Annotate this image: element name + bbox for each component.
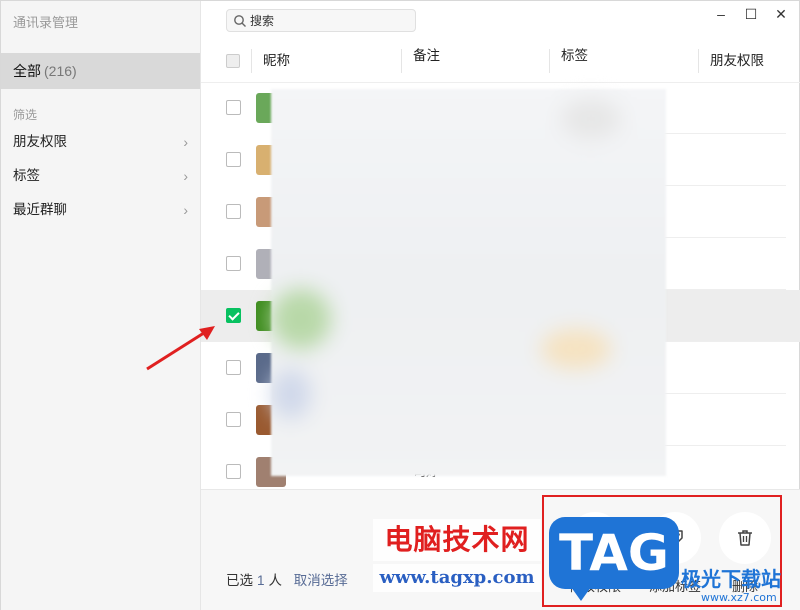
selected-prefix: 已选 bbox=[226, 573, 253, 588]
chevron-right-icon: › bbox=[183, 168, 188, 184]
column-divider bbox=[698, 49, 699, 73]
column-divider bbox=[251, 49, 252, 73]
minimize-button[interactable]: – bbox=[706, 3, 736, 25]
sidebar-item-all-label: 全部 bbox=[13, 63, 41, 79]
row-checkbox[interactable] bbox=[226, 464, 241, 479]
row-checkbox[interactable] bbox=[226, 152, 241, 167]
column-tag[interactable]: 标签 bbox=[561, 36, 588, 78]
column-divider bbox=[549, 49, 550, 73]
sidebar-item-all[interactable]: 全部 (216) bbox=[1, 53, 200, 89]
sidebar-item-tags[interactable]: 标签 › bbox=[1, 159, 200, 193]
action-circle bbox=[719, 512, 771, 564]
column-divider bbox=[401, 49, 402, 73]
blur-blob bbox=[271, 289, 331, 349]
row-checkbox[interactable] bbox=[226, 308, 241, 323]
cancel-selection-link[interactable]: 取消选择 bbox=[294, 573, 348, 588]
sidebar-item-label: 最近群聊 bbox=[13, 202, 67, 217]
sidebar: 通讯录管理 全部 (216) 筛选 朋友权限 › 标签 › 最近群聊 › bbox=[1, 1, 201, 610]
watermark-tag-logo: TAG bbox=[549, 517, 679, 601]
row-checkbox[interactable] bbox=[226, 360, 241, 375]
sidebar-item-label: 朋友权限 bbox=[13, 134, 67, 149]
row-checkbox[interactable] bbox=[226, 100, 241, 115]
blur-blob bbox=[541, 329, 611, 369]
column-nickname[interactable]: 昵称 bbox=[263, 41, 290, 83]
search-box[interactable] bbox=[226, 9, 416, 32]
blur-blob bbox=[561, 99, 621, 139]
close-button[interactable]: ✕ bbox=[766, 3, 796, 25]
row-checkbox[interactable] bbox=[226, 412, 241, 427]
selected-count: 1 bbox=[257, 573, 265, 588]
privacy-blur-overlay bbox=[271, 89, 666, 476]
row-checkbox[interactable] bbox=[226, 204, 241, 219]
watermark-site: 极光下载站 bbox=[681, 567, 781, 591]
watermark-site-url: www.xz7.com bbox=[701, 591, 777, 604]
annotation-arrow-icon bbox=[146, 326, 215, 371]
chevron-right-icon: › bbox=[183, 134, 188, 150]
selected-suffix: 人 bbox=[268, 573, 283, 588]
watermark-text: 电脑技术网 bbox=[373, 519, 541, 561]
maximize-button[interactable]: ☐ bbox=[736, 3, 766, 25]
search-icon bbox=[234, 15, 246, 27]
sidebar-item-friend-permission[interactable]: 朋友权限 › bbox=[1, 125, 200, 159]
trash-icon bbox=[738, 530, 752, 546]
search-input[interactable] bbox=[250, 12, 410, 30]
table-header: 昵称 备注 标签 朋友权限 bbox=[201, 41, 800, 83]
sidebar-item-recent-groups[interactable]: 最近群聊 › bbox=[1, 193, 200, 227]
column-remark[interactable]: 备注 bbox=[413, 36, 440, 78]
contact-count: (216) bbox=[44, 63, 77, 79]
selection-info: 已选 1 人 取消选择 bbox=[226, 569, 348, 589]
filter-heading: 筛选 bbox=[13, 108, 38, 122]
contacts-manager-window: 通讯录管理 全部(216) 筛选 朋友权限 › 标签 › 最近群聊 › – ☐ … bbox=[0, 0, 800, 610]
window-title: 通讯录管理 bbox=[13, 15, 79, 30]
column-friend-permission[interactable]: 朋友权限 bbox=[710, 41, 764, 83]
sidebar-item-label: 标签 bbox=[13, 168, 40, 183]
row-checkbox[interactable] bbox=[226, 256, 241, 271]
select-all-checkbox[interactable] bbox=[226, 54, 240, 68]
blur-blob bbox=[271, 369, 311, 419]
watermark-url: www.tagxp.com bbox=[373, 564, 541, 592]
chevron-right-icon: › bbox=[183, 202, 188, 218]
